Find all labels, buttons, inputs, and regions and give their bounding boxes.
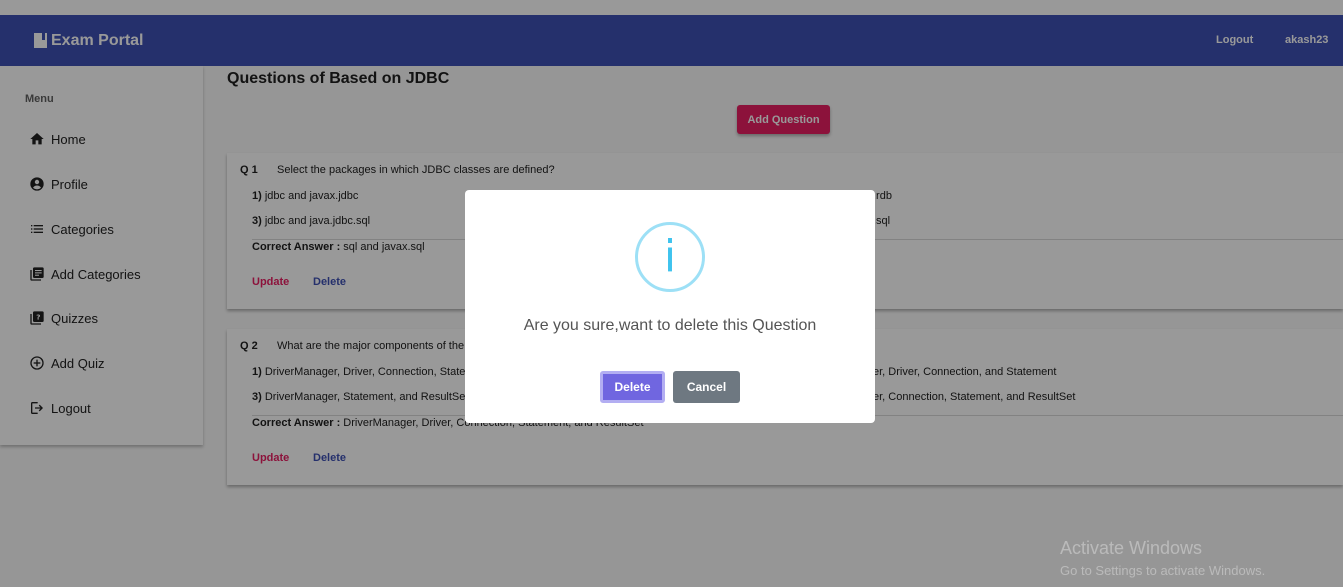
activate-windows-subtitle: Go to Settings to activate Windows. (1060, 563, 1266, 578)
activate-windows-title: Activate Windows (1060, 538, 1203, 558)
info-icon: i (635, 222, 705, 292)
dialog-message: Are you sure,want to delete this Questio… (523, 317, 817, 334)
confirm-delete-button[interactable]: Delete (600, 371, 665, 403)
cancel-button[interactable]: Cancel (673, 371, 740, 403)
delete-confirm-dialog: i Are you sure,want to delete this Quest… (465, 190, 875, 423)
